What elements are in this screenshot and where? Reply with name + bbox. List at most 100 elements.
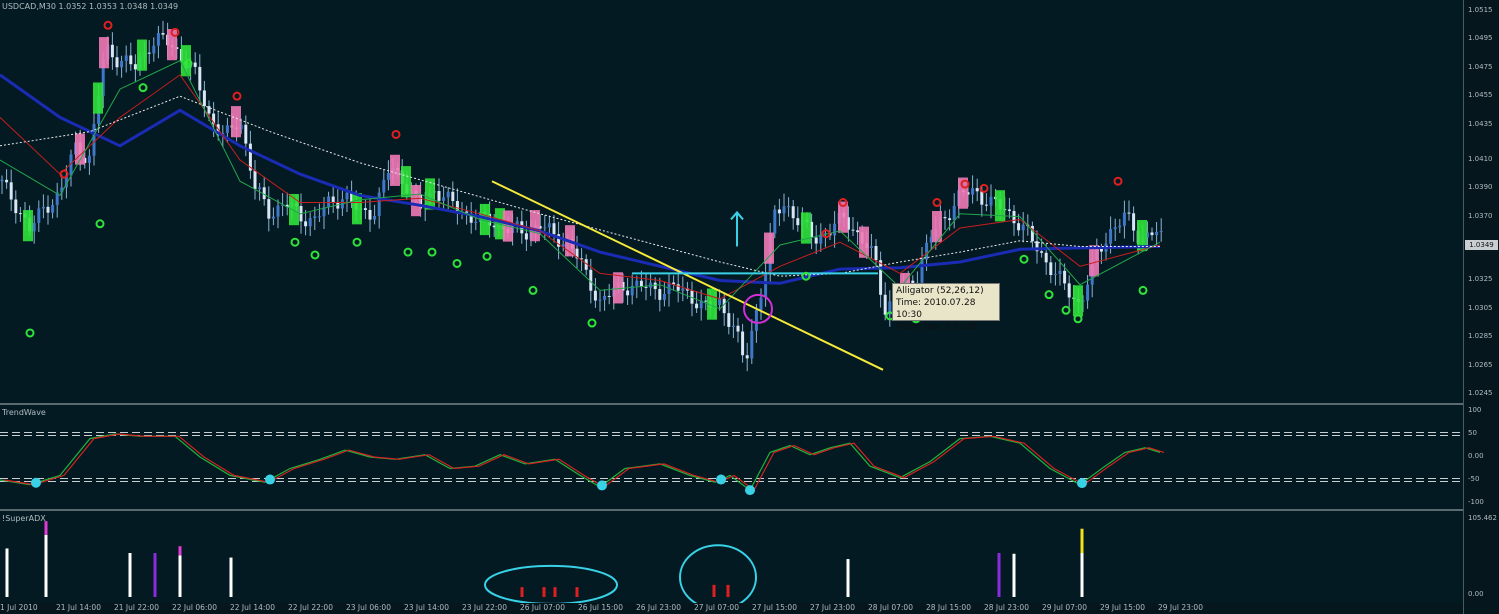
signal-glyph bbox=[138, 83, 148, 93]
price-axis[interactable]: 1.0515 1.0495 1.0475 1.0455 1.0435 1.0410 1.03… bbox=[1463, 0, 1499, 614]
candle-body bbox=[1099, 248, 1103, 252]
price-chart-canvas[interactable] bbox=[0, 0, 1463, 403]
candle-body bbox=[308, 218, 312, 227]
signal-candle-box bbox=[231, 106, 241, 138]
candle-body bbox=[524, 233, 528, 240]
candle-body bbox=[1132, 213, 1136, 231]
superadx-bar bbox=[553, 587, 557, 597]
price-tick-label: 1.0515 bbox=[1468, 6, 1493, 15]
candle-body bbox=[1053, 274, 1057, 276]
superadx-bar bbox=[542, 587, 546, 597]
superadx-bar bbox=[178, 555, 182, 597]
price-tick-label: 1.0455 bbox=[1468, 91, 1493, 100]
candle-body bbox=[327, 196, 331, 208]
trendwave-pane[interactable] bbox=[0, 405, 1463, 509]
time-tick-label: 22 Jul 06:00 bbox=[172, 603, 217, 612]
candle-body bbox=[791, 206, 795, 219]
candle-body bbox=[833, 223, 837, 236]
candle-body bbox=[37, 208, 41, 223]
tooltip-line-value: Gator Jaw: 1.0338 bbox=[896, 322, 977, 332]
candle-body bbox=[373, 215, 377, 220]
superadx-bar bbox=[520, 587, 524, 597]
signal-glyph bbox=[403, 247, 413, 257]
trendwave-level-label: -100 bbox=[1468, 498, 1484, 506]
candle-body bbox=[777, 209, 781, 214]
alligator-jaw-line bbox=[0, 73, 1161, 285]
candle-body bbox=[32, 222, 36, 232]
candle-body bbox=[1044, 252, 1048, 263]
trendwave-signal-dot bbox=[745, 485, 755, 496]
price-tick-label: 1.0265 bbox=[1468, 360, 1493, 369]
candle-body bbox=[745, 355, 749, 359]
candle-body bbox=[253, 170, 257, 190]
time-tick-label: 1 Jul 2010 bbox=[0, 603, 38, 612]
candle-body bbox=[731, 325, 735, 327]
price-tick-label: 1.0390 bbox=[1468, 183, 1493, 192]
candle-body bbox=[989, 196, 993, 206]
superadx-level-label: 105.462 bbox=[1468, 514, 1497, 522]
time-tick-label: 23 Jul 22:00 bbox=[462, 603, 507, 612]
yellow-trendline bbox=[491, 180, 884, 371]
candle-body bbox=[975, 188, 979, 192]
trendwave-signal-dot bbox=[31, 477, 41, 488]
superadx-bar bbox=[44, 534, 48, 597]
time-tick-label: 23 Jul 14:00 bbox=[404, 603, 449, 612]
candle-body bbox=[1021, 224, 1025, 231]
superadx-bar bbox=[1080, 528, 1084, 554]
time-axis[interactable]: 1 Jul 2010 21 Jul 14:00 21 Jul 22:00 22 Jul… bbox=[0, 603, 1463, 614]
signal-candle-box bbox=[390, 154, 400, 186]
trendwave-level-label: 0.00 bbox=[1468, 452, 1484, 460]
symbol-info-label: USDCAD,M30 1.0352 1.0353 1.0348 1.0349 bbox=[2, 2, 179, 11]
price-tick-label: 1.0325 bbox=[1468, 275, 1493, 284]
signal-candle-box bbox=[764, 232, 774, 264]
candle-body bbox=[317, 216, 321, 218]
candle-body bbox=[271, 216, 275, 219]
candle-body bbox=[377, 192, 381, 216]
candle-body bbox=[474, 222, 478, 224]
price-tick-label: 1.0435 bbox=[1468, 119, 1493, 128]
superadx-pane[interactable] bbox=[0, 511, 1463, 611]
superadx-bar bbox=[44, 521, 48, 535]
candle-body bbox=[943, 217, 947, 219]
candle-body bbox=[46, 206, 50, 213]
candle-body bbox=[161, 33, 165, 35]
superadx-bar bbox=[1012, 553, 1016, 597]
superadx-name-label: !SuperADX bbox=[2, 514, 46, 523]
alligator-tooltip: Alligator (52,26,12) Time: 2010.07.28 10… bbox=[892, 283, 1000, 332]
time-tick-label: 29 Jul 23:00 bbox=[1158, 603, 1203, 612]
candle-body bbox=[258, 187, 262, 190]
superadx-level-label: 0.00 bbox=[1468, 590, 1484, 598]
candle-body bbox=[345, 192, 349, 200]
main-chart-pane[interactable] bbox=[0, 0, 1463, 403]
trendwave-level-label: 100 bbox=[1468, 406, 1482, 414]
trendwave-level-label: 50 bbox=[1468, 429, 1477, 437]
signal-candle-box bbox=[530, 210, 540, 242]
price-tick-label: 1.0410 bbox=[1468, 154, 1493, 163]
candle-body bbox=[718, 298, 722, 306]
tooltip-line-name: Alligator (52,26,12) bbox=[896, 286, 984, 296]
trendwave-signal-dot bbox=[1077, 478, 1087, 489]
signal-glyph bbox=[103, 20, 113, 30]
candle-body bbox=[110, 44, 114, 58]
candle-body bbox=[920, 259, 924, 283]
candle-body bbox=[952, 205, 956, 221]
candle-body bbox=[147, 52, 151, 54]
trendwave-canvas bbox=[0, 432, 1463, 496]
signal-candle-box bbox=[137, 39, 147, 71]
price-tick-label: 1.0285 bbox=[1468, 332, 1493, 341]
signal-candle-box bbox=[1073, 285, 1083, 317]
superadx-bar bbox=[229, 557, 233, 597]
signal-glyph bbox=[290, 237, 300, 247]
candle-body bbox=[133, 64, 137, 70]
signal-glyph bbox=[25, 328, 35, 338]
candle-body bbox=[764, 272, 768, 298]
candle-body bbox=[704, 300, 708, 302]
candle-body bbox=[626, 290, 630, 296]
time-tick-label: 29 Jul 15:00 bbox=[1100, 603, 1145, 612]
signal-candle-box bbox=[995, 190, 1005, 222]
superadx-bar bbox=[5, 548, 9, 597]
current-price-tag: 1.0349 bbox=[1465, 240, 1498, 250]
candle-body bbox=[9, 182, 13, 200]
time-tick-label: 29 Jul 07:00 bbox=[1042, 603, 1087, 612]
signal-glyph bbox=[1138, 285, 1148, 295]
